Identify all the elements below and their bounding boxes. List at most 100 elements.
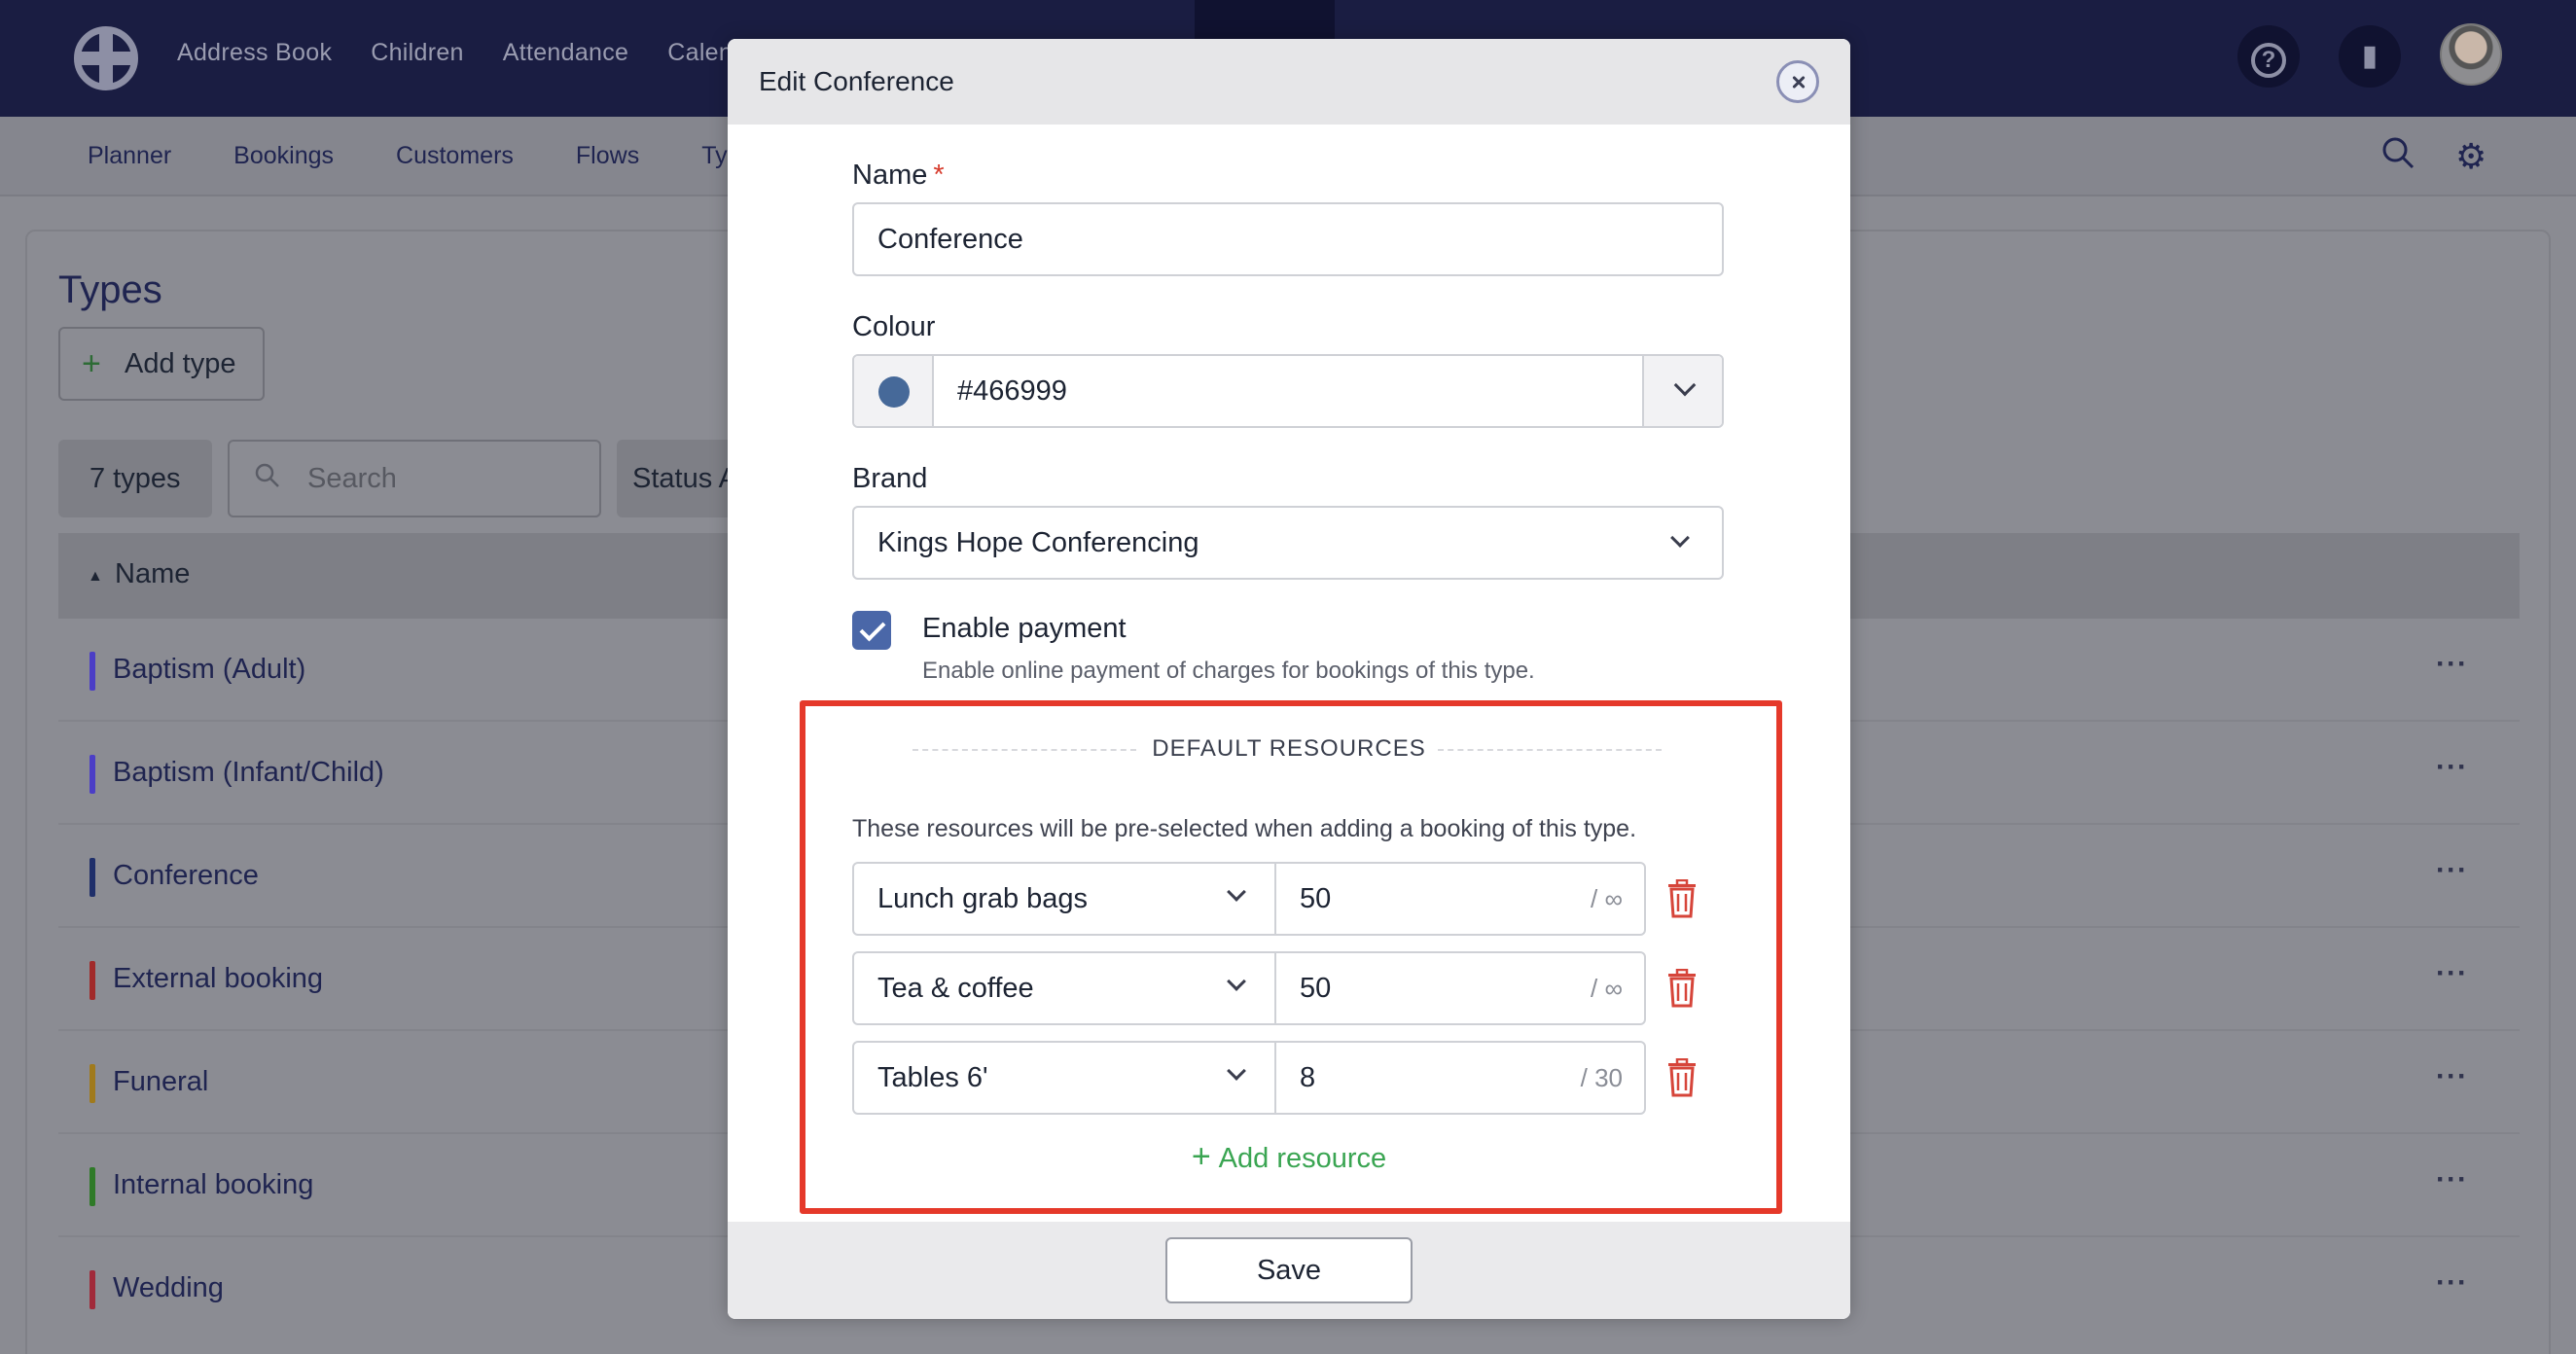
top-notch <box>1195 0 1335 39</box>
colour-swatch <box>878 376 910 408</box>
resource-qty: 50 <box>1300 883 1332 914</box>
add-type-button[interactable]: + Add type <box>58 327 265 401</box>
more-icon[interactable]: ··· <box>2436 854 2468 887</box>
more-icon[interactable]: ··· <box>2436 1060 2468 1093</box>
more-icon[interactable]: ··· <box>2436 648 2468 681</box>
resource-name: Tables 6' <box>877 1062 988 1093</box>
resource-select[interactable]: Tea & coffee <box>852 951 1276 1025</box>
enable-payment-checkbox[interactable] <box>852 611 891 650</box>
modal-footer: Save <box>728 1222 1850 1319</box>
resource-name: Tea & coffee <box>877 973 1034 1004</box>
edit-type-modal: Edit Conference Name * Conference Colour … <box>728 39 1850 1319</box>
more-icon[interactable]: ··· <box>2436 1266 2468 1300</box>
page-title: Types <box>58 268 162 311</box>
more-icon[interactable]: ··· <box>2436 751 2468 784</box>
type-name[interactable]: Wedding <box>113 1272 224 1304</box>
type-colour-bar <box>89 755 95 794</box>
brand-value: Kings Hope Conferencing <box>877 527 1199 558</box>
search-placeholder: Search <box>307 463 397 494</box>
settings-gear-icon[interactable]: ⚙ <box>2455 136 2498 176</box>
top-nav: Address Book Children Attendance Calenda… <box>177 39 769 67</box>
close-icon[interactable] <box>1776 60 1819 103</box>
type-name[interactable]: Conference <box>113 860 259 892</box>
colour-dropdown-button[interactable] <box>1642 356 1722 426</box>
name-label: Name * <box>852 160 945 192</box>
chevron-down-icon <box>1227 972 1246 991</box>
search-icon <box>255 463 279 487</box>
resource-name: Lunch grab bags <box>877 883 1089 914</box>
save-button[interactable]: Save <box>1165 1237 1413 1303</box>
required-mark: * <box>933 160 945 191</box>
resource-max: / 30 <box>1580 1063 1623 1092</box>
type-colour-bar <box>89 858 95 897</box>
type-colour-bar <box>89 1064 95 1103</box>
type-name[interactable]: Funeral <box>113 1066 208 1098</box>
tab-customers[interactable]: Customers <box>396 142 514 170</box>
type-name[interactable]: Internal booking <box>113 1169 313 1201</box>
brand-select[interactable]: Kings Hope Conferencing <box>852 506 1724 580</box>
resource-max: / ∞ <box>1591 974 1623 1003</box>
resource-row: Tables 6' 8 / 30 <box>852 1041 1734 1115</box>
tab-flows[interactable]: Flows <box>576 142 639 170</box>
nav-children[interactable]: Children <box>371 39 464 67</box>
section-description: These resources will be pre-selected whe… <box>852 815 1637 842</box>
trash-icon[interactable] <box>1667 969 1697 1008</box>
help-icon[interactable]: ? <box>2237 25 2300 88</box>
add-type-label: Add type <box>125 348 236 379</box>
type-colour-bar <box>89 1270 95 1309</box>
name-label-text: Name <box>852 160 928 191</box>
tab-bookings[interactable]: Bookings <box>233 142 334 170</box>
colour-label: Colour <box>852 311 936 342</box>
type-count: 7 types <box>58 440 212 517</box>
plus-icon: + <box>82 345 101 382</box>
column-name[interactable]: Name <box>115 558 190 590</box>
type-colour-bar <box>89 1167 95 1206</box>
trash-icon[interactable] <box>1667 879 1697 918</box>
resource-max: / ∞ <box>1591 884 1623 913</box>
sort-asc-icon[interactable]: ▲ <box>88 568 103 586</box>
resource-quantity-input[interactable]: 50 / ∞ <box>1274 862 1646 936</box>
type-colour-bar <box>89 652 95 691</box>
type-name[interactable]: Baptism (Adult) <box>113 654 305 686</box>
nav-attendance[interactable]: Attendance <box>503 39 629 67</box>
enable-payment-help: Enable online payment of charges for boo… <box>922 658 1535 684</box>
resource-qty: 50 <box>1300 973 1332 1004</box>
type-colour-bar <box>89 961 95 1000</box>
chevron-down-icon <box>1673 374 1697 397</box>
resource-qty: 8 <box>1300 1062 1316 1093</box>
search-input[interactable]: Search <box>228 440 601 517</box>
chevron-down-icon <box>1670 528 1690 548</box>
building-icon[interactable]: ▮ <box>2339 25 2401 88</box>
brand-label: Brand <box>852 463 928 494</box>
resource-select[interactable]: Tables 6' <box>852 1041 1276 1115</box>
sub-nav: Planner Bookings Customers Flows Types <box>88 142 767 170</box>
more-icon[interactable]: ··· <box>2436 1163 2468 1196</box>
enable-payment-label[interactable]: Enable payment <box>922 613 1127 645</box>
resource-row: Lunch grab bags 50 / ∞ <box>852 862 1734 936</box>
resource-quantity-input[interactable]: 50 / ∞ <box>1274 951 1646 1025</box>
more-icon[interactable]: ··· <box>2436 957 2468 990</box>
search-icon[interactable] <box>2381 136 2415 169</box>
nav-address-book[interactable]: Address Book <box>177 39 332 67</box>
modal-header: Edit Conference <box>728 39 1850 125</box>
chevron-down-icon <box>1227 1061 1246 1081</box>
add-resource-label: Add resource <box>1218 1143 1387 1174</box>
tab-planner[interactable]: Planner <box>88 142 171 170</box>
chevron-down-icon <box>1227 882 1246 902</box>
add-resource-button[interactable]: + Add resource <box>728 1138 1850 1176</box>
resource-row: Tea & coffee 50 / ∞ <box>852 951 1734 1025</box>
type-name[interactable]: Baptism (Infant/Child) <box>113 757 384 789</box>
colour-picker[interactable]: #466999 <box>852 354 1724 428</box>
section-title: DEFAULT RESOURCES <box>1152 735 1426 762</box>
resource-select[interactable]: Lunch grab bags <box>852 862 1276 936</box>
trash-icon[interactable] <box>1667 1058 1697 1097</box>
type-name[interactable]: External booking <box>113 963 323 995</box>
colour-field[interactable]: #466999 <box>957 356 1067 426</box>
avatar[interactable] <box>2440 23 2502 86</box>
plus-icon: + <box>1191 1138 1211 1175</box>
name-field[interactable]: Conference <box>852 202 1724 276</box>
resource-quantity-input[interactable]: 8 / 30 <box>1274 1041 1646 1115</box>
status-filter[interactable]: Status All <box>617 440 733 517</box>
app-logo-icon[interactable] <box>74 26 138 90</box>
colour-swatch-cell[interactable] <box>854 356 934 426</box>
